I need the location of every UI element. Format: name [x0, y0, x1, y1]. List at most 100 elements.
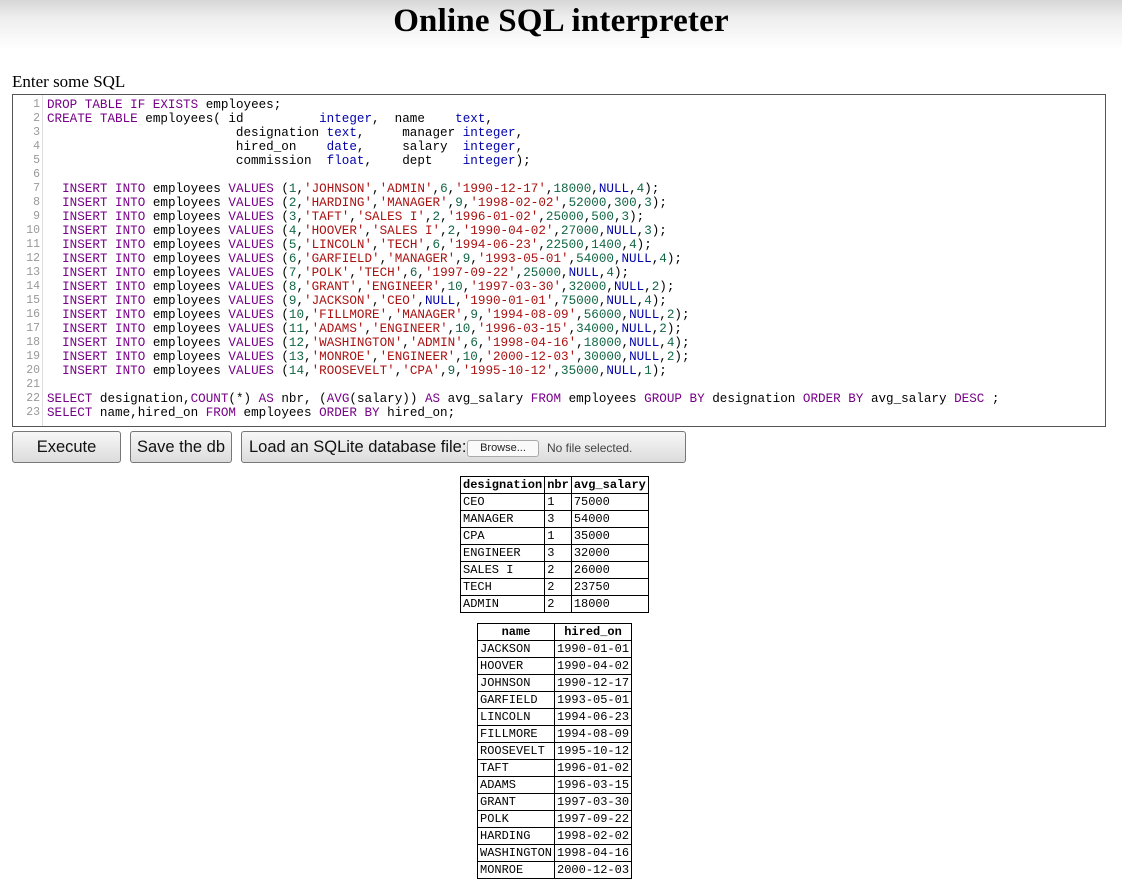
table-cell: ROOSEVELT [476, 742, 556, 760]
table-row: LINCOLN 1994-06-23 [476, 708, 633, 726]
code-line[interactable]: 17 INSERT INTO employees VALUES (11,'ADA… [13, 322, 1105, 336]
code-token: 'ENGINEER' [364, 280, 441, 294]
code-token: , [424, 210, 433, 224]
code-token: 'TECH' [379, 238, 425, 252]
column-header: nbr [544, 476, 572, 494]
code-token: ); [674, 308, 690, 322]
code-token: designation [47, 126, 327, 140]
code-token: , [296, 182, 305, 196]
code-token: , [440, 238, 448, 252]
code-token: nbr, ( [281, 392, 327, 406]
code-line[interactable]: 22 SELECT designation,COUNT(*) AS nbr, (A… [13, 392, 1105, 406]
code-token: name,hired_on [99, 406, 206, 420]
code-token: ( [281, 294, 289, 308]
code-token: 6 [440, 182, 448, 196]
table-row: HOOVER 1990-04-02 [476, 657, 633, 675]
load-db-control[interactable]: Load an SQLite database file: Browse... … [241, 431, 686, 463]
sql-code-area[interactable]: 1 DROP TABLE IF EXISTS employees; 2 CREATE … [13, 98, 1105, 420]
code-token: , [417, 294, 425, 308]
line-number: 12 [26, 252, 40, 265]
sql-editor[interactable]: 1 DROP TABLE IF EXISTS employees; 2 CREATE … [12, 94, 1106, 427]
code-token: , [364, 322, 373, 336]
line-number: 2 [33, 112, 40, 125]
code-token: 'HARDING' [304, 196, 373, 210]
code-line[interactable]: 11 INSERT INTO employees VALUES (5,'LINC… [13, 238, 1105, 252]
code-line[interactable]: 12 INSERT INTO employees VALUES (6,'GARF… [13, 252, 1105, 266]
code-token: AS [258, 392, 274, 406]
code-token: AVG [326, 392, 350, 406]
line-number: 21 [26, 378, 40, 391]
code-line[interactable]: 13 INSERT INTO employees VALUES (7,'POLK… [13, 266, 1105, 280]
code-line[interactable]: 14 INSERT INTO employees VALUES (8,'GRAN… [13, 280, 1105, 294]
code-token: , [432, 182, 441, 196]
code-token: INSERT INTO [62, 322, 146, 336]
table-row: ROOSEVELT 1995-10-12 [476, 742, 633, 760]
code-token: 75000 [561, 294, 599, 308]
code-line[interactable]: 3 designation text, manager integer, [13, 126, 1105, 140]
code-token: , dept [364, 154, 463, 168]
code-token: ( [281, 350, 289, 364]
code-token: , [296, 266, 305, 280]
code-token: employees [152, 322, 229, 336]
code-line[interactable]: 5 commission float, dept integer); [13, 154, 1105, 168]
code-line[interactable]: 9 INSERT INTO employees VALUES (3,'TAFT'… [13, 210, 1105, 224]
code-token: GROUP BY [644, 392, 705, 406]
code-token: FROM [530, 392, 562, 406]
table-row: CPA 1 35000 [459, 527, 649, 545]
code-token: 'SALES I' [372, 224, 441, 238]
column-header: name [476, 623, 556, 641]
code-token: , [364, 224, 373, 238]
code-token: INSERT INTO [62, 280, 146, 294]
table-cell: 1 [544, 527, 572, 545]
code-line[interactable]: 8 INSERT INTO employees VALUES (2,'HARDI… [13, 196, 1105, 210]
code-token: 'POLK' [304, 266, 350, 280]
table-row: WASHINGTON 1998-04-16 [476, 844, 633, 862]
code-token: 10 [462, 350, 478, 364]
code-line[interactable]: 15 INSERT INTO employees VALUES (9,'JACK… [13, 294, 1105, 308]
code-token: , [304, 350, 312, 364]
code-line[interactable]: 4 hired_on date, salary integer, [13, 140, 1105, 154]
code-token: integer [462, 140, 516, 154]
line-number: 19 [26, 350, 40, 363]
code-line[interactable]: 20 INSERT INTO employees VALUES (14,'ROO… [13, 364, 1105, 378]
code-line[interactable]: 1 DROP TABLE IF EXISTS employees; [13, 98, 1105, 112]
table-cell: 1998-02-02 [554, 827, 633, 845]
code-line[interactable]: 16 INSERT INTO employees VALUES (10,'FIL… [13, 308, 1105, 322]
code-token: , [455, 294, 463, 308]
code-token: 'ADMIN' [409, 336, 463, 350]
code-token: 32000 [568, 280, 607, 294]
save-db-button[interactable]: Save the db [130, 431, 232, 463]
code-token: , [576, 336, 584, 350]
line-number: 1 [33, 98, 40, 111]
code-line[interactable]: 21 [13, 378, 1105, 392]
code-token: DESC [954, 392, 985, 406]
table-header-row: name hired_on [476, 623, 633, 641]
code-token: , [296, 210, 305, 224]
code-text: INSERT INTO employees VALUES (2,'HARDING… [47, 196, 667, 210]
code-token: avg_salary [870, 392, 955, 406]
code-token: , [440, 224, 448, 238]
code-token: 'ENGINEER' [379, 350, 456, 364]
code-token: 27000 [561, 224, 599, 238]
code-line[interactable]: 18 INSERT INTO employees VALUES (12,'WAS… [13, 336, 1105, 350]
code-token: 'WASHINGTON' [311, 336, 403, 350]
code-line[interactable]: 7 INSERT INTO employees VALUES (1,'JOHNS… [13, 182, 1105, 196]
code-token: 54000 [576, 252, 614, 266]
code-line[interactable]: 10 INSERT INTO employees VALUES (4,'HOOV… [13, 224, 1105, 238]
line-number: 4 [33, 140, 40, 153]
browse-button[interactable]: Browse... [467, 440, 539, 457]
table-cell: 35000 [570, 527, 649, 545]
code-text: INSERT INTO employees VALUES (14,'ROOSEV… [47, 364, 667, 378]
code-line[interactable]: 2 CREATE TABLE employees( id integer, nam… [13, 112, 1105, 126]
code-line[interactable]: 19 INSERT INTO employees VALUES (13,'MON… [13, 350, 1105, 364]
code-token: , [470, 322, 478, 336]
code-token: 4 [606, 266, 614, 280]
code-token: , [561, 266, 569, 280]
execute-button[interactable]: Execute [12, 431, 121, 463]
code-line[interactable]: 23 SELECT name,hired_on FROM employees OR… [13, 406, 1105, 420]
code-token: 18000 [553, 182, 592, 196]
code-token: '1990-12-17' [455, 182, 546, 196]
code-line[interactable]: 6 [13, 168, 1105, 182]
